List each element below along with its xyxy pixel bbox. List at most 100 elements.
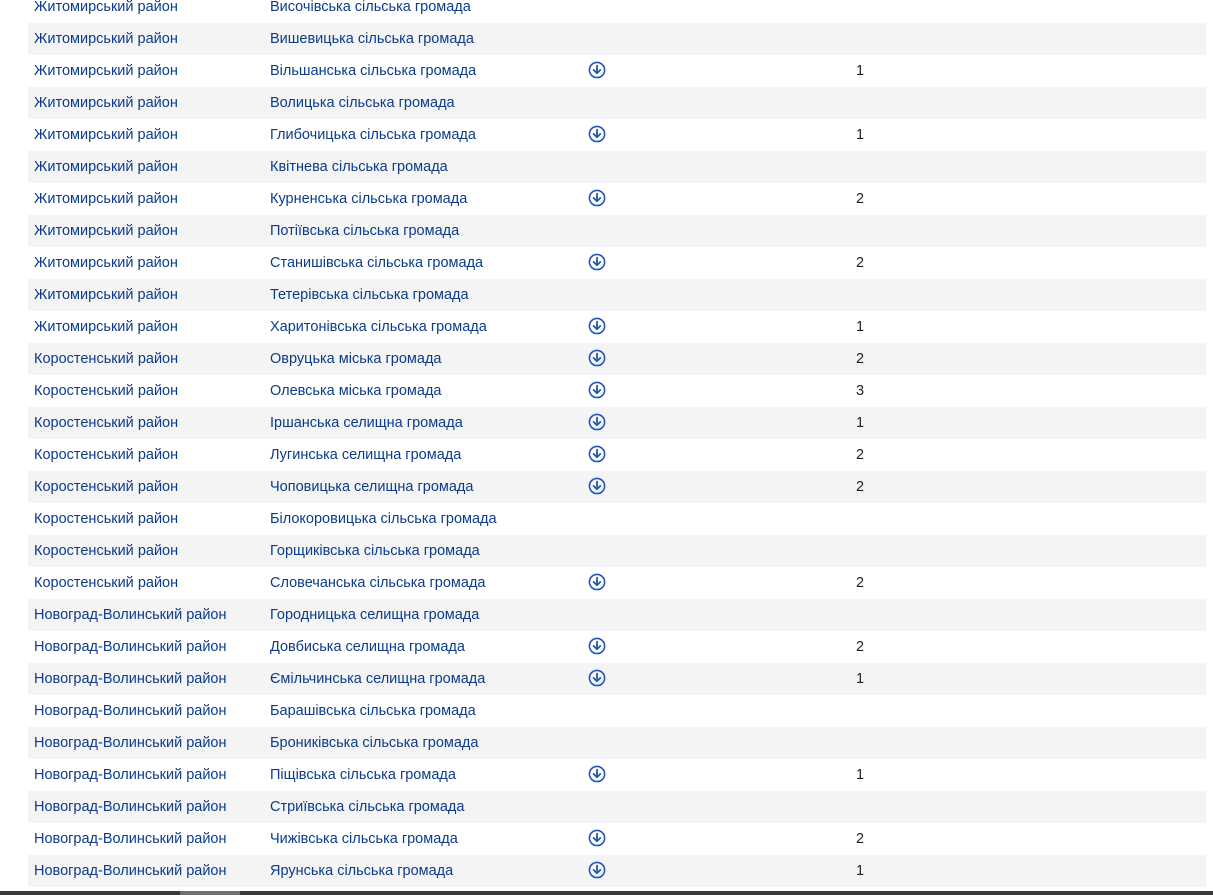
- download-icon[interactable]: [588, 125, 606, 143]
- hromada-link[interactable]: Лугинська селищна громада: [270, 439, 461, 471]
- hromada-link[interactable]: Городницька селищна громада: [270, 599, 479, 631]
- district-link[interactable]: Житомирський район: [34, 87, 178, 119]
- document-count: [850, 151, 870, 183]
- district-link[interactable]: Житомирський район: [34, 55, 178, 87]
- hromada-link[interactable]: Височівська сільська громада: [270, 0, 471, 23]
- download-icon[interactable]: [588, 573, 606, 591]
- district-link[interactable]: Коростенський район: [34, 343, 178, 375]
- hromada-link[interactable]: Ємільчинська селищна громада: [270, 663, 485, 695]
- download-icon[interactable]: [588, 61, 606, 79]
- district-link[interactable]: Житомирський район: [34, 0, 178, 23]
- district-link[interactable]: Житомирський район: [34, 23, 178, 55]
- hromada-link[interactable]: Олевська міська громада: [270, 375, 441, 407]
- table-row: Новоград-Волинський район Піщівська сільс…: [28, 759, 1206, 791]
- document-count: [850, 0, 870, 23]
- district-link[interactable]: Новоград-Волинський район: [34, 727, 227, 759]
- document-count: [850, 599, 870, 631]
- district-link[interactable]: Новоград-Волинський район: [34, 791, 227, 823]
- district-link[interactable]: Житомирський район: [34, 311, 178, 343]
- hromada-link[interactable]: Чоповицька селищна громада: [270, 471, 473, 503]
- district-link[interactable]: Новоград-Волинський район: [34, 631, 227, 663]
- hromada-link[interactable]: Ярунська сільська громада: [270, 855, 453, 887]
- download-icon[interactable]: [588, 829, 606, 847]
- table-row: Коростенський район Словечанська сільська…: [28, 567, 1206, 599]
- hromada-link[interactable]: Довбиська селищна громада: [270, 631, 465, 663]
- table-row: Новоград-Волинський район Чижівська сільс…: [28, 823, 1206, 855]
- download-icon[interactable]: [588, 861, 606, 879]
- district-link[interactable]: Новоград-Волинський район: [34, 663, 227, 695]
- table-row: Житомирський район Вишевицька сільська гр…: [28, 23, 1206, 55]
- document-count: 1: [855, 767, 865, 783]
- hromada-link[interactable]: Овруцька міська громада: [270, 343, 441, 375]
- document-count: 2: [855, 351, 865, 367]
- hromada-link[interactable]: Харитонівська сільська громада: [270, 311, 487, 343]
- hromada-link[interactable]: Глибочицька сільська громада: [270, 119, 476, 151]
- district-link[interactable]: Коростенський район: [34, 407, 178, 439]
- document-count: [850, 23, 870, 55]
- table-row: Житомирський район Височівська сільська г…: [28, 0, 1206, 23]
- district-link[interactable]: Коростенський район: [34, 439, 178, 471]
- hromada-link[interactable]: Тетерівська сільська громада: [270, 279, 469, 311]
- district-link[interactable]: Новоград-Волинський район: [34, 695, 227, 727]
- hromada-link[interactable]: Стриївська сільська громада: [270, 791, 464, 823]
- document-count: [850, 535, 870, 567]
- hromada-link[interactable]: Квітнева сільська громада: [270, 151, 448, 183]
- district-link[interactable]: Новоград-Волинський район: [34, 599, 227, 631]
- hromada-link[interactable]: Іршанська селищна громада: [270, 407, 463, 439]
- download-icon[interactable]: [588, 317, 606, 335]
- hromada-link[interactable]: Горщиківська сільська громада: [270, 535, 480, 567]
- table-row: Коростенський район Іршанська селищна гро…: [28, 407, 1206, 439]
- table-row: Житомирський район Потіївська сільська гр…: [28, 215, 1206, 247]
- table-row: Новоград-Волинський район Стриївська сіль…: [28, 791, 1206, 823]
- district-link[interactable]: Житомирський район: [34, 247, 178, 279]
- document-count: [850, 215, 870, 247]
- download-icon[interactable]: [588, 349, 606, 367]
- hromada-link[interactable]: Вишевицька сільська громада: [270, 23, 474, 55]
- download-icon[interactable]: [588, 669, 606, 687]
- document-count: 2: [855, 255, 865, 271]
- download-icon[interactable]: [588, 381, 606, 399]
- hromada-link[interactable]: Чижівська сільська громада: [270, 823, 458, 855]
- district-link[interactable]: Коростенський район: [34, 567, 178, 599]
- table-row: Новоград-Волинський район Городницька сел…: [28, 599, 1206, 631]
- district-link[interactable]: Коростенський район: [34, 375, 178, 407]
- document-count: 1: [855, 671, 865, 687]
- district-link[interactable]: Коростенський район: [34, 503, 178, 535]
- district-link[interactable]: Новоград-Волинський район: [34, 855, 227, 887]
- table-row: Житомирський район Квітнева сільська гром…: [28, 151, 1206, 183]
- table-row: Новоград-Волинський район Ємільчинська се…: [28, 663, 1206, 695]
- document-count: [850, 503, 870, 535]
- hromada-link[interactable]: Піщівська сільська громада: [270, 759, 456, 791]
- district-link[interactable]: Житомирський район: [34, 183, 178, 215]
- download-icon[interactable]: [588, 253, 606, 271]
- district-link[interactable]: Коростенський район: [34, 471, 178, 503]
- hromada-link[interactable]: Словечанська сільська громада: [270, 567, 486, 599]
- download-icon[interactable]: [588, 765, 606, 783]
- download-icon[interactable]: [588, 477, 606, 495]
- document-count: 2: [855, 479, 865, 495]
- district-link[interactable]: Житомирський район: [34, 279, 178, 311]
- hromada-link[interactable]: Брониківська сільська громада: [270, 727, 478, 759]
- download-icon[interactable]: [588, 445, 606, 463]
- hromada-link[interactable]: Потіївська сільська громада: [270, 215, 459, 247]
- hromada-link[interactable]: Білокоровицька сільська громада: [270, 503, 497, 535]
- hromada-link[interactable]: Курненська сільська громада: [270, 183, 467, 215]
- district-link[interactable]: Житомирський район: [34, 215, 178, 247]
- download-icon[interactable]: [588, 413, 606, 431]
- download-icon[interactable]: [588, 637, 606, 655]
- district-link[interactable]: Новоград-Волинський район: [34, 759, 227, 791]
- district-link[interactable]: Новоград-Волинський район: [34, 823, 227, 855]
- district-link[interactable]: Житомирський район: [34, 119, 178, 151]
- document-count: 2: [855, 639, 865, 655]
- document-count: [850, 695, 870, 727]
- table-row: Житомирський район Тетерівська сільська г…: [28, 279, 1206, 311]
- hromada-link[interactable]: Станишівська сільська громада: [270, 247, 483, 279]
- hromada-link[interactable]: Вільшанська сільська громада: [270, 55, 476, 87]
- document-count: [850, 727, 870, 759]
- hromada-link[interactable]: Барашівська сільська громада: [270, 695, 476, 727]
- district-link[interactable]: Коростенський район: [34, 535, 178, 567]
- district-link[interactable]: Житомирський район: [34, 151, 178, 183]
- hromada-link[interactable]: Волицька сільська громада: [270, 87, 455, 119]
- table-row: Коростенський район Чоповицька селищна гр…: [28, 471, 1206, 503]
- download-icon[interactable]: [588, 189, 606, 207]
